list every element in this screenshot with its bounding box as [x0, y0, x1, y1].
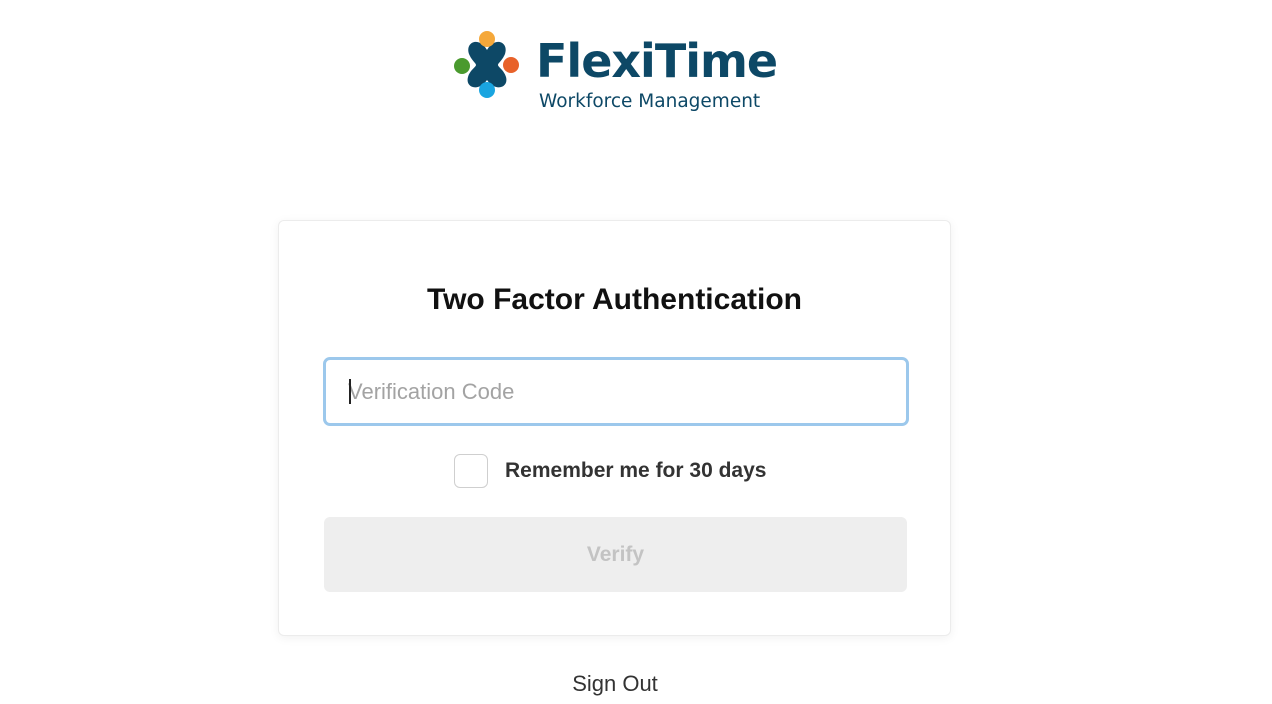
verify-button[interactable]: Verify: [324, 517, 907, 592]
flexitime-logo: FlexiTime Workforce Management: [452, 30, 782, 120]
text-cursor: [349, 379, 351, 404]
remember-me-row[interactable]: Remember me for 30 days: [454, 452, 766, 490]
brand-tagline: Workforce Management: [539, 91, 761, 112]
auth-card: Two Factor Authentication Remember me fo…: [278, 220, 951, 636]
two-factor-page: FlexiTime Workforce Management Two Facto…: [0, 0, 1272, 704]
remember-me-checkbox[interactable]: [454, 454, 488, 488]
flexitime-logo-icon: [454, 31, 519, 98]
remember-me-label[interactable]: Remember me for 30 days: [505, 459, 766, 483]
page-title: Two Factor Authentication: [427, 283, 802, 316]
verification-code-input[interactable]: [323, 357, 909, 426]
brand-name: FlexiTime: [536, 34, 778, 88]
sign-out-link[interactable]: Sign Out: [0, 670, 1230, 698]
